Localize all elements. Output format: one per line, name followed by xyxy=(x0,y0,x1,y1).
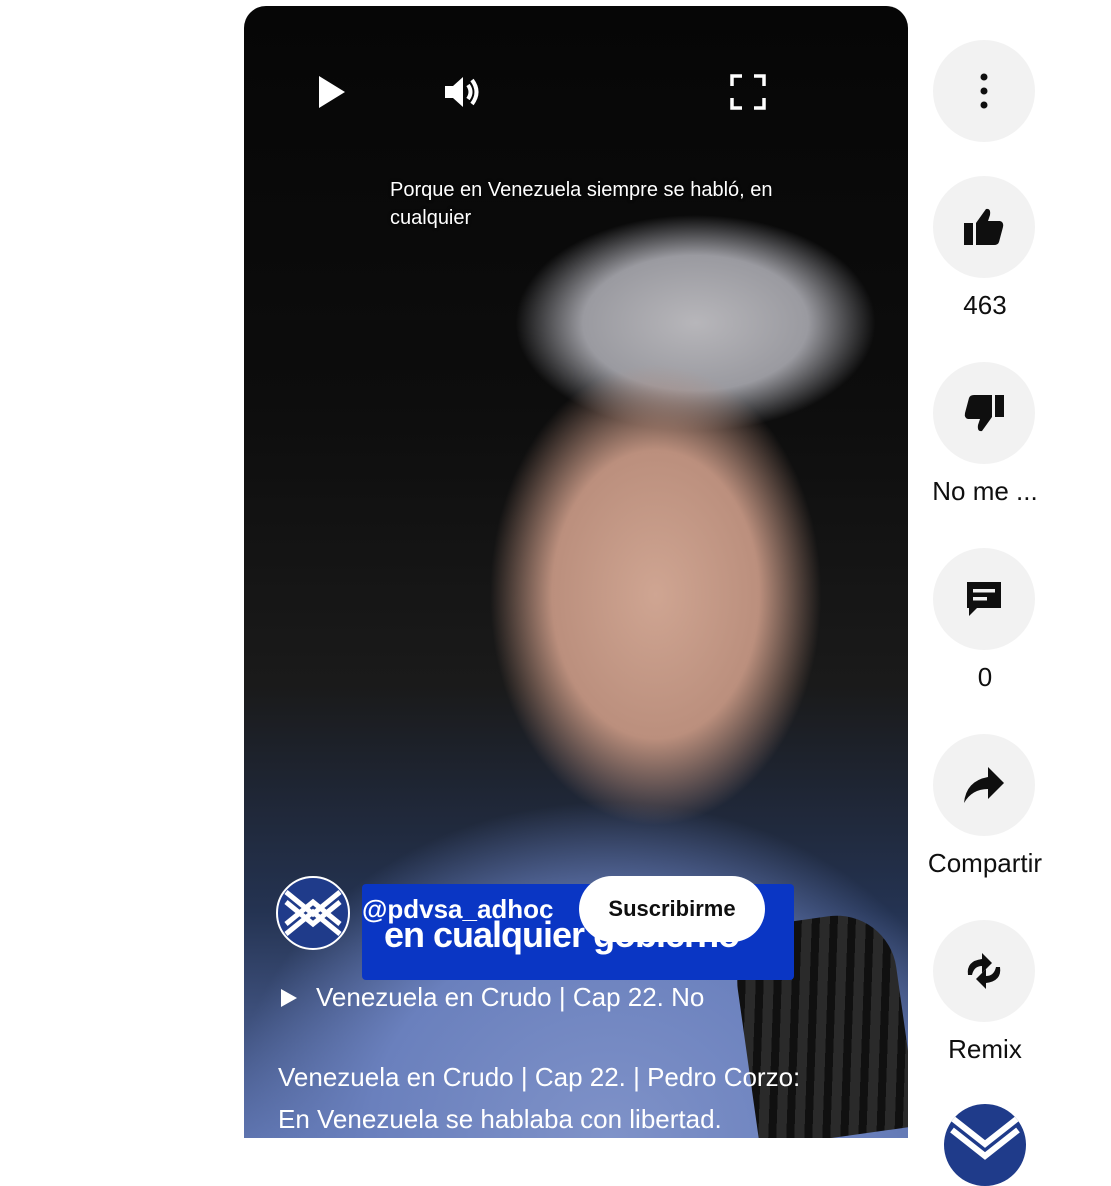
play-icon xyxy=(319,76,345,108)
play-button[interactable] xyxy=(306,66,358,118)
share-label: Compartir xyxy=(927,848,1043,878)
remix-label: Remix xyxy=(948,1034,1022,1064)
play-small-icon xyxy=(281,988,297,1007)
comment-count: 0 xyxy=(977,662,993,692)
channel-logo-icon xyxy=(950,1115,1020,1160)
like-button[interactable] xyxy=(933,176,1035,278)
like-count: 463 xyxy=(963,290,1007,320)
related-video-link[interactable]: Venezuela en Crudo | Cap 22. No xyxy=(280,982,704,1013)
comment-icon xyxy=(967,582,1001,616)
channel-handle[interactable]: @pdvsa_adhoc xyxy=(362,894,554,925)
subscribe-button[interactable]: Suscribirme xyxy=(579,876,765,942)
remix-button[interactable] xyxy=(933,920,1035,1022)
fullscreen-button[interactable] xyxy=(722,66,774,118)
dislike-button[interactable] xyxy=(933,362,1035,464)
related-video-title: Venezuela en Crudo | Cap 22. No xyxy=(316,982,705,1012)
thumbs-up-icon xyxy=(964,208,1004,245)
share-arrow-icon xyxy=(964,767,1004,803)
video-title[interactable]: Venezuela en Crudo | Cap 22. | Pedro Cor… xyxy=(278,1056,878,1138)
video-title-line1: Venezuela en Crudo | Cap 22. | Pedro Cor… xyxy=(278,1062,801,1092)
more-vertical-icon xyxy=(980,73,988,109)
video-title-line2: En Venezuela se hablaba con libertad. xyxy=(278,1104,722,1134)
share-button[interactable] xyxy=(933,734,1035,836)
channel-logo-icon xyxy=(284,890,342,936)
remix-icon xyxy=(967,953,1001,989)
dislike-label: No me ... xyxy=(932,476,1038,506)
video-caption: Porque en Venezuela siempre se habló, en… xyxy=(390,179,773,229)
channel-avatar[interactable] xyxy=(276,876,350,950)
more-options-button[interactable] xyxy=(933,40,1035,142)
fullscreen-icon xyxy=(730,74,766,110)
volume-button[interactable] xyxy=(438,66,490,118)
sound-channel-avatar[interactable] xyxy=(944,1104,1026,1186)
video-player[interactable]: Porque en Venezuela siempre se habló, en… xyxy=(244,6,908,1138)
volume-icon xyxy=(445,77,479,107)
thumbs-down-icon xyxy=(964,395,1004,432)
comments-button[interactable] xyxy=(933,548,1035,650)
